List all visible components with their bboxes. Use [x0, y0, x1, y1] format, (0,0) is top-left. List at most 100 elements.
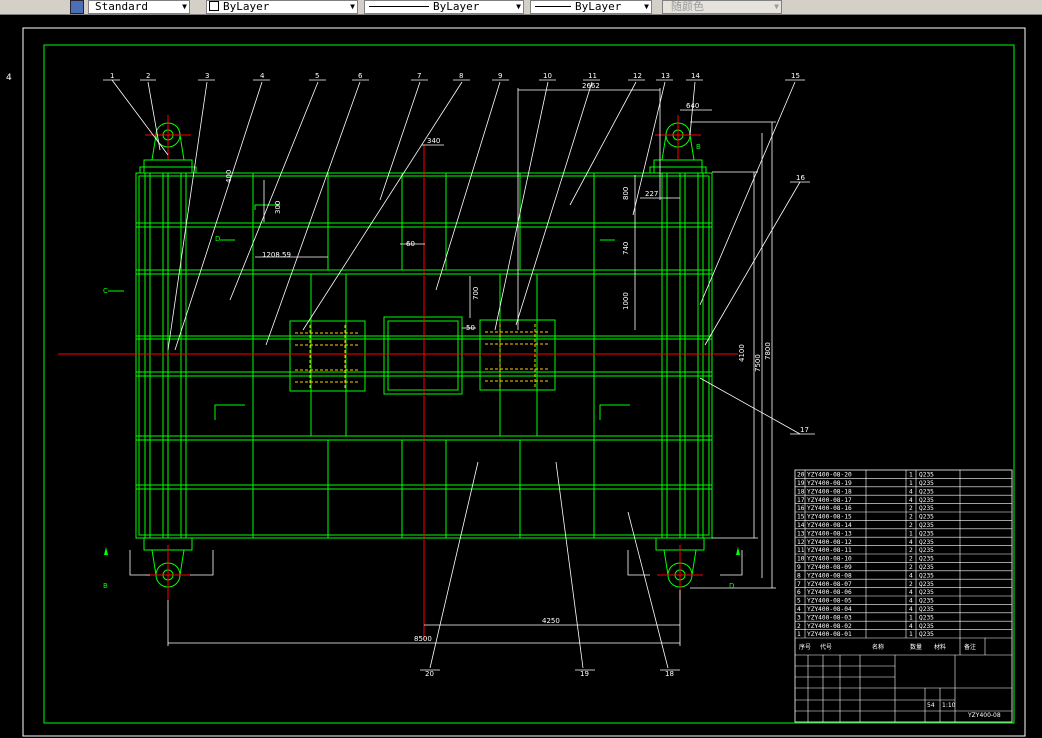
parts-row-number: 17: [797, 497, 805, 504]
parts-row-code: YZY400-08-19: [807, 480, 852, 487]
chevron-down-icon: ▼: [516, 2, 521, 11]
parts-row-number: 13: [797, 530, 805, 537]
drawing-number: YZY400-08: [967, 712, 1001, 719]
parts-row-code: YZY400-08-13: [807, 530, 852, 537]
parts-row-material: Q235: [919, 589, 934, 596]
dim-label: 7500: [754, 354, 762, 372]
dim-label: 7800: [764, 342, 772, 360]
parts-row-qty: 2: [909, 547, 913, 554]
hidden-lines: [295, 324, 550, 388]
parts-row-qty: 4: [909, 606, 913, 613]
parts-row-material: Q235: [919, 614, 934, 621]
parts-row-code: YZY400-08-07: [807, 581, 852, 588]
parts-row-number: 5: [797, 598, 801, 605]
parts-row-material: Q235: [919, 556, 934, 563]
parts-row-qty: 2: [909, 556, 913, 563]
parts-row-material: Q235: [919, 631, 934, 638]
parts-row-number: 20: [797, 472, 805, 479]
leader-lines: [111, 79, 801, 669]
parts-row-code: YZY400-08-09: [807, 564, 852, 571]
color-control-value: ByLayer: [223, 0, 270, 13]
balloon-label: 4: [260, 72, 265, 80]
parts-row-number: 4: [797, 606, 801, 613]
parts-row-number: 7: [797, 581, 801, 588]
dim-label: 340: [427, 137, 440, 145]
balloon-label: 16: [796, 174, 805, 182]
parts-row-material: Q235: [919, 623, 934, 630]
dim-label: 227: [645, 190, 658, 198]
parts-row-material: Q235: [919, 539, 934, 546]
parts-row-code: YZY400-08-18: [807, 488, 852, 495]
dim-label: 1000: [622, 292, 630, 310]
lineweight-control-dropdown[interactable]: ByLayer ▼: [530, 0, 652, 14]
balloon-label: 14: [691, 72, 700, 80]
parts-row-qty: 4: [909, 623, 913, 630]
section-arrows: [104, 547, 740, 555]
chevron-down-icon: ▼: [774, 2, 779, 11]
drawing-scale: 1:10: [942, 702, 956, 709]
balloon-label: 1: [110, 72, 114, 80]
parts-row-number: 12: [797, 539, 805, 546]
dimension-labels: 2662 340 640 227 800 740 1000 1208.59 60…: [225, 82, 772, 643]
parts-row-material: Q235: [919, 564, 934, 571]
header-no: 序号: [799, 643, 811, 651]
properties-toolbar: Standard ▼ ByLayer ▼ ByLayer ▼ ByLayer ▼…: [0, 0, 1042, 15]
dim-label: 400: [225, 170, 233, 183]
balloon-label: 11: [588, 72, 597, 80]
dim-label: 300: [274, 201, 282, 214]
parts-row-number: 11: [797, 547, 805, 554]
balloon-label: 20: [425, 670, 434, 678]
parts-row-code: YZY400-08-16: [807, 505, 852, 512]
color-control-dropdown[interactable]: ByLayer ▼: [206, 0, 358, 14]
linetype-control-dropdown[interactable]: ByLayer ▼: [364, 0, 524, 14]
parts-row-qty: 4: [909, 539, 913, 546]
dim-label: 50: [466, 324, 475, 332]
parts-row-qty: 2: [909, 522, 913, 529]
parts-row-qty: 2: [909, 505, 913, 512]
lineweight-preview: [535, 6, 571, 7]
title-block-text: 序号 代号 名称 数量 材料 备注 54 1:10 YZY400-08: [799, 643, 1001, 719]
header-note: 备注: [964, 643, 976, 651]
balloon-labels: 1 2 3 4 5 6 7 8 9 10 11 12 13 14 15 16 1…: [110, 72, 809, 678]
balloon-label: 18: [665, 670, 674, 678]
section-letter: B: [696, 143, 701, 151]
parts-row-qty: 4: [909, 572, 913, 579]
text-style-icon[interactable]: [70, 0, 84, 14]
parts-row-qty: 1: [909, 530, 913, 537]
balloon-label: 5: [315, 72, 319, 80]
balloon-label: 2: [146, 72, 150, 80]
parts-row-qty: 2: [909, 581, 913, 588]
plot-style-dropdown[interactable]: 随颜色 ▼: [662, 0, 782, 14]
parts-row-number: 1: [797, 631, 801, 638]
parts-row-code: YZY400-08-17: [807, 497, 852, 504]
balloon-label: 8: [459, 72, 463, 80]
parts-row-code: YZY400-08-11: [807, 547, 852, 554]
parts-row-material: Q235: [919, 598, 934, 605]
dim-label: 740: [622, 242, 630, 255]
chevron-down-icon: ▼: [182, 2, 187, 11]
parts-row-qty: 1: [909, 480, 913, 487]
chevron-down-icon: ▼: [350, 2, 355, 11]
dim-label: 2662: [582, 82, 600, 90]
header-code: 代号: [820, 643, 832, 651]
parts-row-qty: 4: [909, 598, 913, 605]
parts-row-number: 8: [797, 572, 801, 579]
text-style-value: Standard: [95, 0, 148, 13]
balloon-label: 7: [417, 72, 421, 80]
parts-row-qty: 1: [909, 631, 913, 638]
parts-row-qty: 1: [909, 614, 913, 621]
center-axes: [58, 115, 738, 640]
sheet-number: 54: [927, 702, 935, 709]
balloon-label: 9: [498, 72, 502, 80]
parts-row-code: YZY400-08-02: [807, 623, 852, 630]
dim-label: 4250: [542, 617, 560, 625]
parts-row-number: 15: [797, 514, 805, 521]
balloon-label: 12: [633, 72, 642, 80]
drawing-canvas[interactable]: 1 2 3 4 5 6 7 8 9 10 11 12 13 14 15 16 1…: [0, 15, 1042, 738]
text-style-dropdown[interactable]: Standard ▼: [88, 0, 190, 14]
dim-label: 640: [686, 102, 699, 110]
section-letter: D: [729, 582, 734, 590]
parts-row-code: YZY400-08-20: [807, 472, 852, 479]
parts-row-number: 18: [797, 488, 805, 495]
header-qty: 数量: [910, 643, 922, 651]
